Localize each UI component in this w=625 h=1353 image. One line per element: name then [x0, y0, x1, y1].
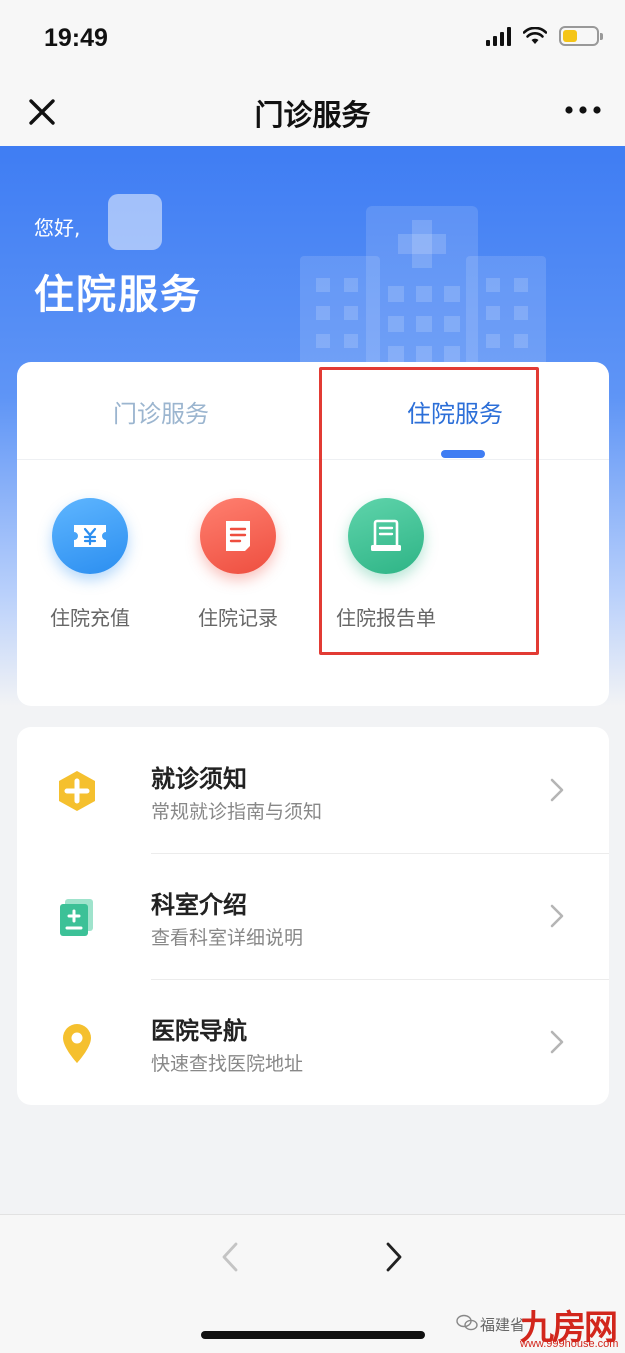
chevron-right-icon — [550, 778, 564, 802]
wifi-icon — [523, 27, 547, 44]
battery-fill — [563, 30, 578, 42]
info-list-card: 就诊须知 常规就诊指南与须知 科室介绍 查看科室详细说明 医院导航 快速查找医院… — [17, 727, 609, 1105]
service-label: 住院记录 — [198, 606, 278, 630]
status-icons — [486, 26, 603, 46]
back-arrow-icon[interactable] — [218, 1241, 242, 1273]
service-inpatient-recharge[interactable]: 住院充值 — [25, 498, 155, 631]
list-item-title: 科室介绍 — [151, 891, 247, 919]
divider — [151, 853, 609, 854]
list-item-hospital-navigation[interactable]: 医院导航 快速查找医院地址 — [17, 979, 609, 1105]
forward-arrow-icon[interactable] — [382, 1241, 406, 1273]
yen-ticket-icon — [52, 498, 128, 574]
list-item-visit-notice[interactable]: 就诊须知 常规就诊指南与须知 — [17, 727, 609, 853]
username-blurred — [108, 194, 162, 250]
chevron-right-icon — [550, 904, 564, 928]
battery-icon — [559, 26, 603, 46]
list-item-department[interactable]: 科室介绍 查看科室详细说明 — [17, 853, 609, 979]
location-pin-icon — [63, 1024, 91, 1063]
watermark-url: www.999house.com — [520, 1338, 619, 1350]
medical-cross-icon — [59, 771, 95, 811]
highlight-annotation-box — [319, 367, 539, 655]
signal-icon — [486, 26, 511, 46]
greeting-text: 您好, — [34, 216, 81, 240]
document-icon — [200, 498, 276, 574]
department-doc-icon — [60, 899, 93, 936]
hero-title: 住院服务 — [34, 272, 202, 318]
list-item-desc: 快速查找医院地址 — [151, 1053, 304, 1075]
more-icon[interactable] — [563, 100, 603, 120]
divider — [151, 979, 609, 980]
watermark: 福建省 九房网 www.999house.com — [454, 1300, 625, 1353]
nav-bar: 门诊服务 — [0, 80, 625, 146]
service-inpatient-records[interactable]: 住院记录 — [173, 498, 303, 631]
status-bar: 19:49 — [0, 0, 625, 80]
list-item-title: 就诊须知 — [151, 765, 247, 793]
list-item-title: 医院导航 — [151, 1017, 247, 1045]
tab-outpatient[interactable]: 门诊服务 — [113, 394, 209, 429]
page-title: 门诊服务 — [254, 98, 371, 132]
status-time: 19:49 — [44, 24, 108, 52]
watermark-text: 福建省 — [480, 1316, 526, 1334]
home-indicator[interactable] — [201, 1331, 425, 1339]
list-item-desc: 常规就诊指南与须知 — [151, 801, 323, 823]
wechat-icon — [456, 1314, 478, 1331]
list-item-desc: 查看科室详细说明 — [151, 927, 304, 949]
chevron-right-icon — [550, 1030, 564, 1054]
service-label: 住院充值 — [50, 606, 130, 630]
